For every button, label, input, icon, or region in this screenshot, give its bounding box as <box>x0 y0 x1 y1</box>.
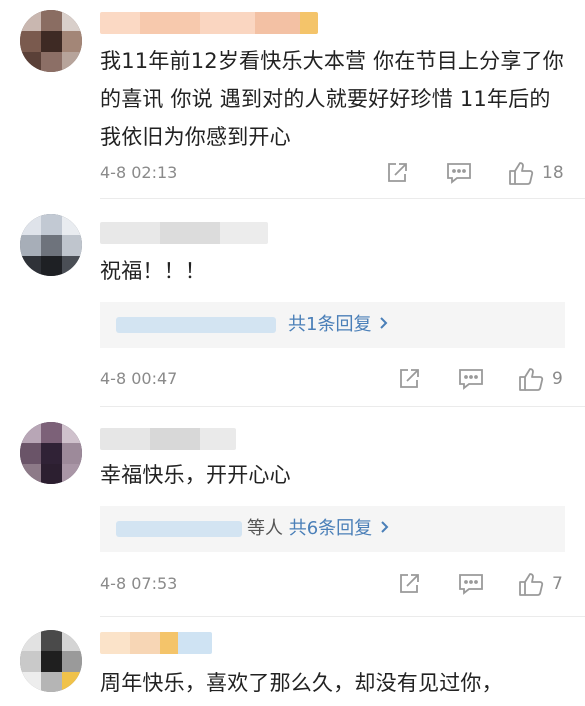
reply-summary: 共6条回复 <box>288 518 373 539</box>
share-button[interactable] <box>385 160 409 186</box>
comment-time: 4-8 02:13 <box>100 163 178 182</box>
like-count: 18 <box>542 163 564 183</box>
like-count: 9 <box>552 369 563 389</box>
like-button[interactable]: 7 <box>518 571 563 597</box>
divider <box>100 198 585 199</box>
share-button[interactable] <box>397 366 421 392</box>
divider <box>100 616 585 617</box>
reply-username-blurred <box>116 521 242 537</box>
share-button[interactable] <box>397 571 421 597</box>
thumbs-up-icon <box>509 162 534 185</box>
reply-summary: 共1条回复 <box>288 314 372 335</box>
comment-button[interactable] <box>458 366 484 392</box>
comment-meta: 4-8 00:47 9 <box>100 366 570 392</box>
reply-preview[interactable]: 等人 共6条回复 <box>100 506 565 552</box>
comment-meta: 4-8 07:53 7 <box>100 571 570 597</box>
chevron-right-icon <box>380 506 390 552</box>
thumbs-up-icon <box>519 368 544 391</box>
chevron-right-icon <box>379 302 389 348</box>
comment-icon <box>459 369 483 390</box>
comment-time: 4-8 00:47 <box>100 369 178 388</box>
comment-item: 幸福快乐，开开心心 等人 共6条回复 4-8 07:53 7 <box>0 408 585 618</box>
like-button[interactable]: 9 <box>518 366 563 392</box>
reply-prefix: 等人 <box>247 518 283 539</box>
username-blurred[interactable] <box>100 222 268 244</box>
share-icon <box>388 163 407 182</box>
username-blurred[interactable] <box>100 632 212 654</box>
comment-icon <box>447 163 471 184</box>
like-count: 7 <box>552 574 563 594</box>
username-blurred[interactable] <box>100 428 236 450</box>
reply-preview[interactable]: 共1条回复 <box>100 302 565 348</box>
avatar[interactable] <box>20 10 82 72</box>
avatar[interactable] <box>20 422 82 484</box>
comment-text: 祝福！！！ <box>100 259 206 283</box>
comment-text: 我11年前12岁看快乐大本营 你在节目上分享了你的喜讯 你说 遇到对的人就要好好… <box>100 49 564 149</box>
share-icon <box>400 574 419 593</box>
avatar[interactable] <box>20 214 82 276</box>
avatar[interactable] <box>20 630 82 692</box>
thumbs-up-icon <box>519 573 544 596</box>
comment-item: 我11年前12岁看快乐大本营 你在节目上分享了你的喜讯 你说 遇到对的人就要好好… <box>0 0 585 200</box>
comment-icon <box>459 574 483 595</box>
comment-time: 4-8 07:53 <box>100 574 178 593</box>
comment-button[interactable] <box>458 571 484 597</box>
comment-item: 祝福！！！ 共1条回复 4-8 00:47 9 <box>0 200 585 408</box>
share-icon <box>400 369 419 388</box>
divider <box>100 406 585 407</box>
like-button[interactable]: 18 <box>508 160 564 186</box>
comment-item: 周年快乐，喜欢了那么久，却没有见过你， <box>0 618 585 706</box>
comment-meta: 4-8 02:13 18 <box>100 160 570 186</box>
reply-username-blurred <box>116 317 276 333</box>
comment-text: 周年快乐，喜欢了那么久，却没有见过你， <box>100 671 503 695</box>
username-blurred[interactable] <box>100 12 318 34</box>
reply-count-link[interactable]: 等人 共6条回复 <box>247 506 390 552</box>
comment-button[interactable] <box>446 160 472 186</box>
reply-count-link[interactable]: 共1条回复 <box>288 302 389 348</box>
comment-text: 幸福快乐，开开心心 <box>100 463 291 487</box>
